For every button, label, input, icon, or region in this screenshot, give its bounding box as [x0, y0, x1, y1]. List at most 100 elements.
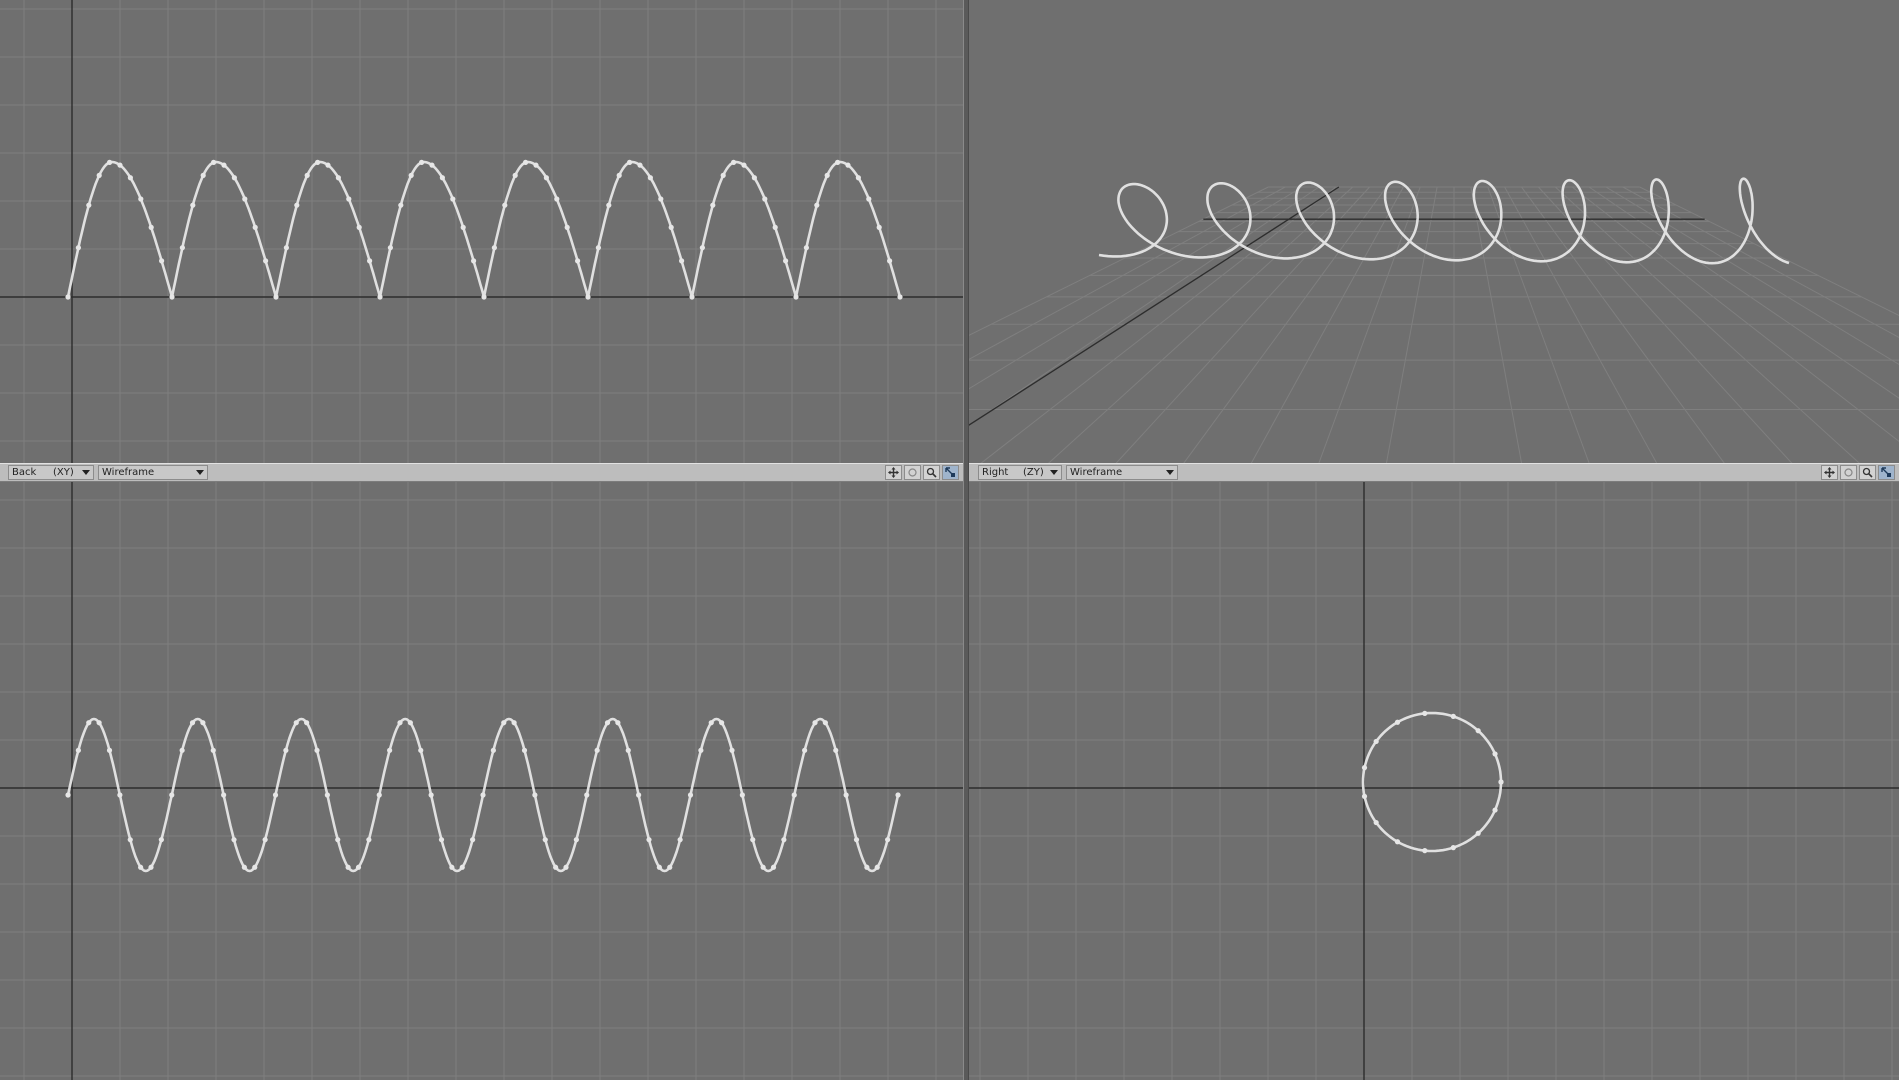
rotate-view-icon — [1844, 468, 1853, 477]
view-tools — [885, 465, 959, 480]
curve-vertex — [65, 294, 71, 300]
curve-vertex — [293, 720, 299, 726]
curve-vertex — [502, 202, 508, 208]
curve-vertex — [200, 720, 206, 726]
curve-vertex — [471, 258, 477, 264]
grid — [0, 482, 963, 1080]
zoom-view-icon — [1862, 467, 1873, 478]
curve-vertex — [200, 172, 206, 178]
curve-vertex — [314, 747, 320, 753]
curve-vertex — [96, 720, 102, 726]
curve-vertex — [731, 159, 737, 165]
curve-vertex — [428, 792, 434, 798]
curve-vertex — [325, 162, 331, 168]
curve-vertex — [616, 172, 622, 178]
viewport-right-view[interactable] — [969, 482, 1899, 1080]
curve-vertex — [179, 245, 185, 251]
curve-vertex — [346, 196, 352, 202]
move-view-button[interactable] — [885, 465, 902, 480]
curve-vertex — [252, 224, 258, 231]
view-type-dropdown[interactable]: Right (ZY) — [978, 465, 1062, 480]
curve-vertex — [876, 224, 882, 231]
curve-vertex — [708, 720, 714, 726]
viewport-back-canvas[interactable] — [0, 482, 963, 1080]
viewport-header-bar-right: Right (ZY) Wireframe — [969, 463, 1899, 482]
curve-vertex — [1361, 793, 1368, 799]
curve-vertex — [480, 792, 486, 798]
rotate-view-button[interactable] — [904, 465, 921, 480]
viewport-top-left[interactable] — [0, 0, 963, 463]
curve-vertex — [242, 196, 248, 202]
grid-line — [1487, 186, 1590, 463]
curve-vertex — [231, 175, 237, 181]
curve-vertex — [491, 245, 497, 251]
curve-vertex — [345, 864, 351, 870]
curve-vertex — [460, 224, 466, 231]
curve-vertex — [387, 747, 393, 753]
curve-vertex — [106, 747, 113, 753]
shading-mode-dropdown[interactable]: Wireframe — [98, 465, 208, 480]
curve-vertex — [573, 837, 579, 843]
curve-vertex — [699, 245, 706, 251]
maximize-view-button[interactable] — [1878, 465, 1895, 480]
curve-vertex — [521, 747, 528, 753]
curve-vertex — [824, 172, 830, 178]
curve-vertex — [210, 747, 216, 753]
curve-vertex — [158, 837, 164, 843]
maximize-view-icon — [945, 467, 955, 477]
viewport-top-left-canvas[interactable] — [0, 0, 963, 463]
rotate-view-button[interactable] — [1840, 465, 1857, 480]
curve-vertex — [668, 224, 674, 231]
shading-mode-dropdown[interactable]: Wireframe — [1066, 465, 1178, 480]
curve-vertex — [283, 747, 289, 753]
viewport-right-canvas[interactable] — [969, 482, 1899, 1080]
zoom-view-button[interactable] — [923, 465, 940, 480]
curve-vertex — [221, 792, 227, 798]
curve-vertex — [355, 864, 362, 870]
curve-vertex — [564, 224, 570, 231]
curve-vertex — [294, 202, 300, 208]
curve-vertex — [512, 172, 518, 178]
grid-line — [1639, 186, 1899, 317]
curve-vertex — [263, 258, 269, 264]
move-view-button[interactable] — [1821, 465, 1838, 480]
move-view-icon — [1824, 467, 1835, 478]
curve-vertex — [450, 196, 456, 202]
curve-vertex — [853, 837, 860, 843]
curve-vertex — [1422, 848, 1428, 854]
curve-vertex — [387, 245, 393, 251]
curve-vertex — [1373, 819, 1379, 826]
rotate-view-icon — [908, 468, 917, 477]
curve-vertex — [532, 792, 538, 798]
viewport-perspective-canvas[interactable] — [969, 0, 1899, 463]
grid-line — [1470, 186, 1523, 463]
curve-vertex — [563, 864, 569, 870]
chevron-down-icon — [82, 470, 90, 475]
viewport-perspective[interactable] — [969, 0, 1899, 463]
curve-vertex — [1498, 779, 1504, 785]
curve-vertex — [739, 792, 745, 798]
curve-vertex — [833, 747, 839, 753]
curve-vertex — [656, 864, 662, 870]
view-type-dropdown[interactable]: Back (XY) — [8, 465, 94, 480]
curve-vertex — [490, 747, 496, 753]
viewport-back-view[interactable] — [0, 482, 963, 1080]
curve-vertex — [887, 258, 893, 264]
view-type-label: Back — [12, 467, 37, 478]
curve-vertex — [679, 258, 685, 264]
zoom-view-button[interactable] — [1859, 465, 1876, 480]
curve-vertex — [1492, 807, 1498, 813]
curve-vertex — [221, 162, 227, 168]
curve-vertex — [408, 172, 414, 178]
maximize-view-button[interactable] — [942, 465, 959, 480]
curve-vertex — [866, 196, 872, 202]
curve-vertex — [138, 864, 144, 870]
curve-vertex — [751, 175, 758, 181]
curve-vertex — [407, 720, 413, 726]
curve-vertex — [822, 720, 828, 726]
curve-vertex — [356, 224, 362, 231]
grid-line — [1521, 186, 1725, 463]
curve-vertex — [677, 837, 683, 843]
curve-vertex — [667, 864, 673, 870]
grid-line — [969, 186, 1286, 360]
